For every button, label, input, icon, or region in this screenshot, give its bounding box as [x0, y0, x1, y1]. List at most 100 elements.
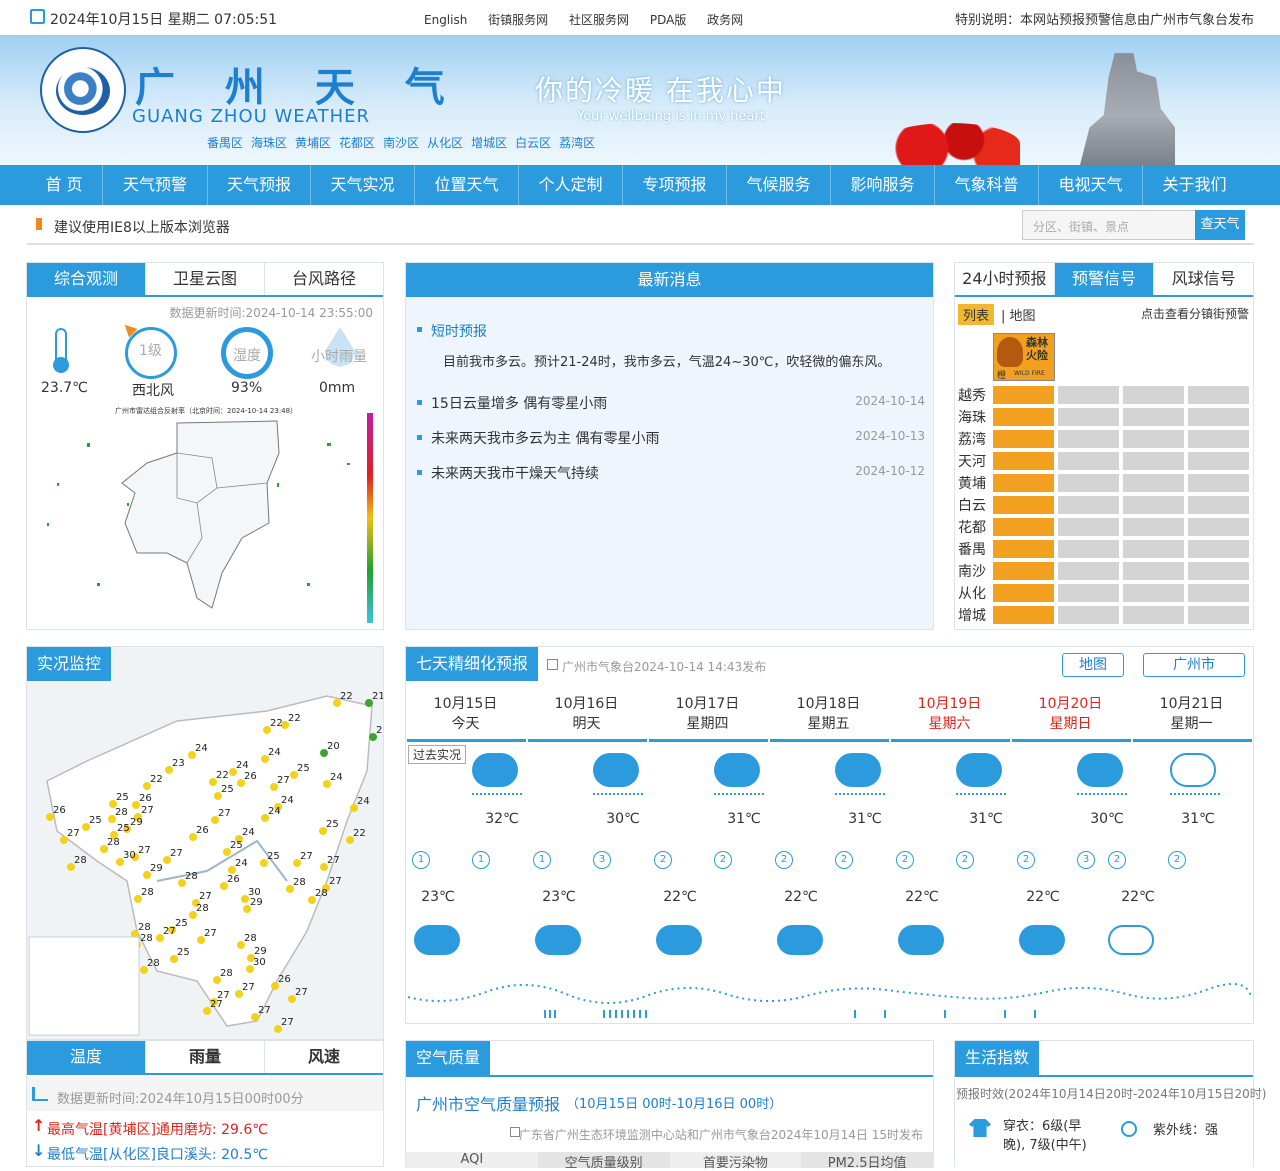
uv-index[interactable]: 紫外线：强: [1153, 1119, 1218, 1138]
warning-active-cell[interactable]: [993, 606, 1054, 624]
warning-active-cell[interactable]: [993, 496, 1054, 514]
nav-item[interactable]: 气候服务: [727, 165, 831, 205]
nav-item[interactable]: 影响服务: [831, 165, 935, 205]
warning-district-label[interactable]: 花都: [958, 517, 986, 537]
warning-empty-cell[interactable]: [1058, 452, 1119, 470]
warning-empty-cell[interactable]: [1188, 518, 1249, 536]
district-link[interactable]: 黄埔区: [295, 136, 331, 150]
forecast-day-column[interactable]: 10月19日 星期六 31℃ 2 2 22℃: [890, 681, 1010, 971]
tab-typhoon-signal[interactable]: 风球信号: [1154, 263, 1254, 295]
short-forecast-label[interactable]: 短时预报: [431, 321, 487, 341]
warning-empty-cell[interactable]: [1058, 430, 1119, 448]
nav-item[interactable]: 个人定制: [519, 165, 623, 205]
warning-empty-cell[interactable]: [1188, 496, 1249, 514]
warning-active-cell[interactable]: [993, 474, 1054, 492]
news-item[interactable]: 15日云量增多 偶有零星小雨: [431, 393, 607, 413]
nav-item[interactable]: 天气预报: [208, 165, 311, 205]
link-gov[interactable]: 政务网: [707, 13, 743, 27]
link-pda[interactable]: PDA版: [650, 13, 686, 27]
warning-active-cell[interactable]: [993, 562, 1054, 580]
map-view-label[interactable]: 地图: [1010, 309, 1036, 324]
map-view-button[interactable]: | 地图: [1001, 305, 1036, 324]
warning-district-label[interactable]: 番禺: [958, 539, 986, 559]
district-link[interactable]: 南沙区: [383, 136, 419, 150]
warning-district-label[interactable]: 黄埔: [958, 473, 986, 493]
warning-empty-cell[interactable]: [1123, 540, 1184, 558]
warning-empty-cell[interactable]: [1188, 584, 1249, 602]
aqi-forecast-title[interactable]: 广州市空气质量预报: [416, 1091, 560, 1115]
forecast-day-column[interactable]: 10月16日 明天 30℃ 3 1 23℃: [527, 681, 647, 971]
warning-empty-cell[interactable]: [1123, 606, 1184, 624]
warning-district-label[interactable]: 越秀: [958, 385, 986, 405]
warning-district-label[interactable]: 从化: [958, 583, 986, 603]
forecast-day-column[interactable]: 10月15日 今天 32℃ 1 1 23℃: [406, 681, 526, 971]
warning-district-label[interactable]: 增城: [958, 605, 986, 625]
warning-district-label[interactable]: 海珠: [958, 407, 986, 427]
warning-district-label[interactable]: 白云: [958, 495, 986, 515]
max-temperature[interactable]: 最高气温[黄埔区]通用磨坊: 29.6℃: [47, 1119, 268, 1139]
tab-typhoon-path[interactable]: 台风路径: [265, 263, 383, 295]
warning-empty-cell[interactable]: [1123, 496, 1184, 514]
warning-empty-cell[interactable]: [1188, 540, 1249, 558]
warning-empty-cell[interactable]: [1058, 496, 1119, 514]
news-item[interactable]: 未来两天我市多云为主 偶有零星小雨: [431, 428, 659, 448]
warning-empty-cell[interactable]: [1058, 540, 1119, 558]
warning-empty-cell[interactable]: [1123, 430, 1184, 448]
dress-index[interactable]: 穿衣：6级(早晚), 7级(中午): [1003, 1117, 1095, 1155]
warning-active-cell[interactable]: [993, 386, 1054, 404]
gz-meteorology-logo[interactable]: [40, 47, 126, 133]
warning-empty-cell[interactable]: [1188, 430, 1249, 448]
min-temperature[interactable]: 最低气温[从化区]良口溪头: 20.5℃: [47, 1144, 268, 1164]
past-obs-label[interactable]: 过去实况: [408, 745, 467, 764]
nav-item[interactable]: 位置天气: [415, 165, 519, 205]
nav-item[interactable]: 天气实况: [311, 165, 415, 205]
warning-empty-cell[interactable]: [1058, 584, 1119, 602]
warning-empty-cell[interactable]: [1058, 518, 1119, 536]
warning-active-cell[interactable]: [993, 540, 1054, 558]
warning-empty-cell[interactable]: [1188, 386, 1249, 404]
forest-fire-orange-signal-icon[interactable]: 森林火险 橙 WILD FIRE: [993, 333, 1055, 381]
warning-district-label[interactable]: 荔湾: [958, 429, 986, 449]
nav-item[interactable]: 专项预报: [623, 165, 727, 205]
warning-active-cell[interactable]: [993, 518, 1054, 536]
city-select-button[interactable]: 广州市: [1143, 653, 1245, 677]
nav-item[interactable]: 气象科普: [935, 165, 1039, 205]
town-warning-hint[interactable]: 点击查看分镇街预警: [1141, 305, 1249, 322]
link-english[interactable]: English: [424, 13, 467, 27]
station-temperature-map[interactable]: 2221222220202424232425222226272524252624…: [27, 681, 383, 1039]
forecast-day-column[interactable]: 10月17日 星期四 31℃ 2 2 22℃: [648, 681, 768, 971]
warning-empty-cell[interactable]: [1123, 452, 1184, 470]
district-link[interactable]: 番禺区: [207, 136, 243, 150]
nav-item[interactable]: 电视天气: [1039, 165, 1143, 205]
warning-empty-cell[interactable]: [1058, 562, 1119, 580]
warning-active-cell[interactable]: [993, 408, 1054, 426]
map-button[interactable]: 地图: [1062, 653, 1124, 677]
warning-empty-cell[interactable]: [1123, 518, 1184, 536]
tab-wind-speed[interactable]: 风速: [265, 1041, 383, 1073]
nav-item[interactable]: 天气预警: [103, 165, 208, 205]
forecast-day-column[interactable]: 10月21日 星期一 31℃ 2 2 22℃: [1108, 681, 1252, 971]
tab-rainfall[interactable]: 雨量: [146, 1041, 265, 1073]
warning-active-cell[interactable]: [993, 430, 1054, 448]
district-link[interactable]: 荔湾区: [559, 136, 595, 150]
warning-active-cell[interactable]: [993, 452, 1054, 470]
forecast-day-column[interactable]: 10月20日 星期日 30℃ 3 2 22℃: [1011, 681, 1131, 971]
warning-empty-cell[interactable]: [1058, 474, 1119, 492]
warning-empty-cell[interactable]: [1123, 562, 1184, 580]
district-link[interactable]: 海珠区: [251, 136, 287, 150]
news-item[interactable]: 未来两天我市干燥天气持续: [431, 463, 599, 483]
link-community-service[interactable]: 社区服务网: [569, 13, 629, 27]
warning-empty-cell[interactable]: [1188, 474, 1249, 492]
location-search-input[interactable]: 分区、街镇、景点: [1022, 210, 1195, 240]
warning-empty-cell[interactable]: [1123, 474, 1184, 492]
warning-empty-cell[interactable]: [1123, 408, 1184, 426]
tab-temperature[interactable]: 温度: [27, 1041, 146, 1073]
nav-item[interactable]: 关于我们: [1143, 165, 1246, 205]
nav-item[interactable]: 首 页: [26, 165, 103, 205]
warning-empty-cell[interactable]: [1123, 386, 1184, 404]
warning-empty-cell[interactable]: [1058, 606, 1119, 624]
warning-empty-cell[interactable]: [1188, 562, 1249, 580]
forecast-day-column[interactable]: 10月18日 星期五 31℃ 2 2 22℃: [769, 681, 889, 971]
warning-empty-cell[interactable]: [1188, 408, 1249, 426]
district-link[interactable]: 花都区: [339, 136, 375, 150]
